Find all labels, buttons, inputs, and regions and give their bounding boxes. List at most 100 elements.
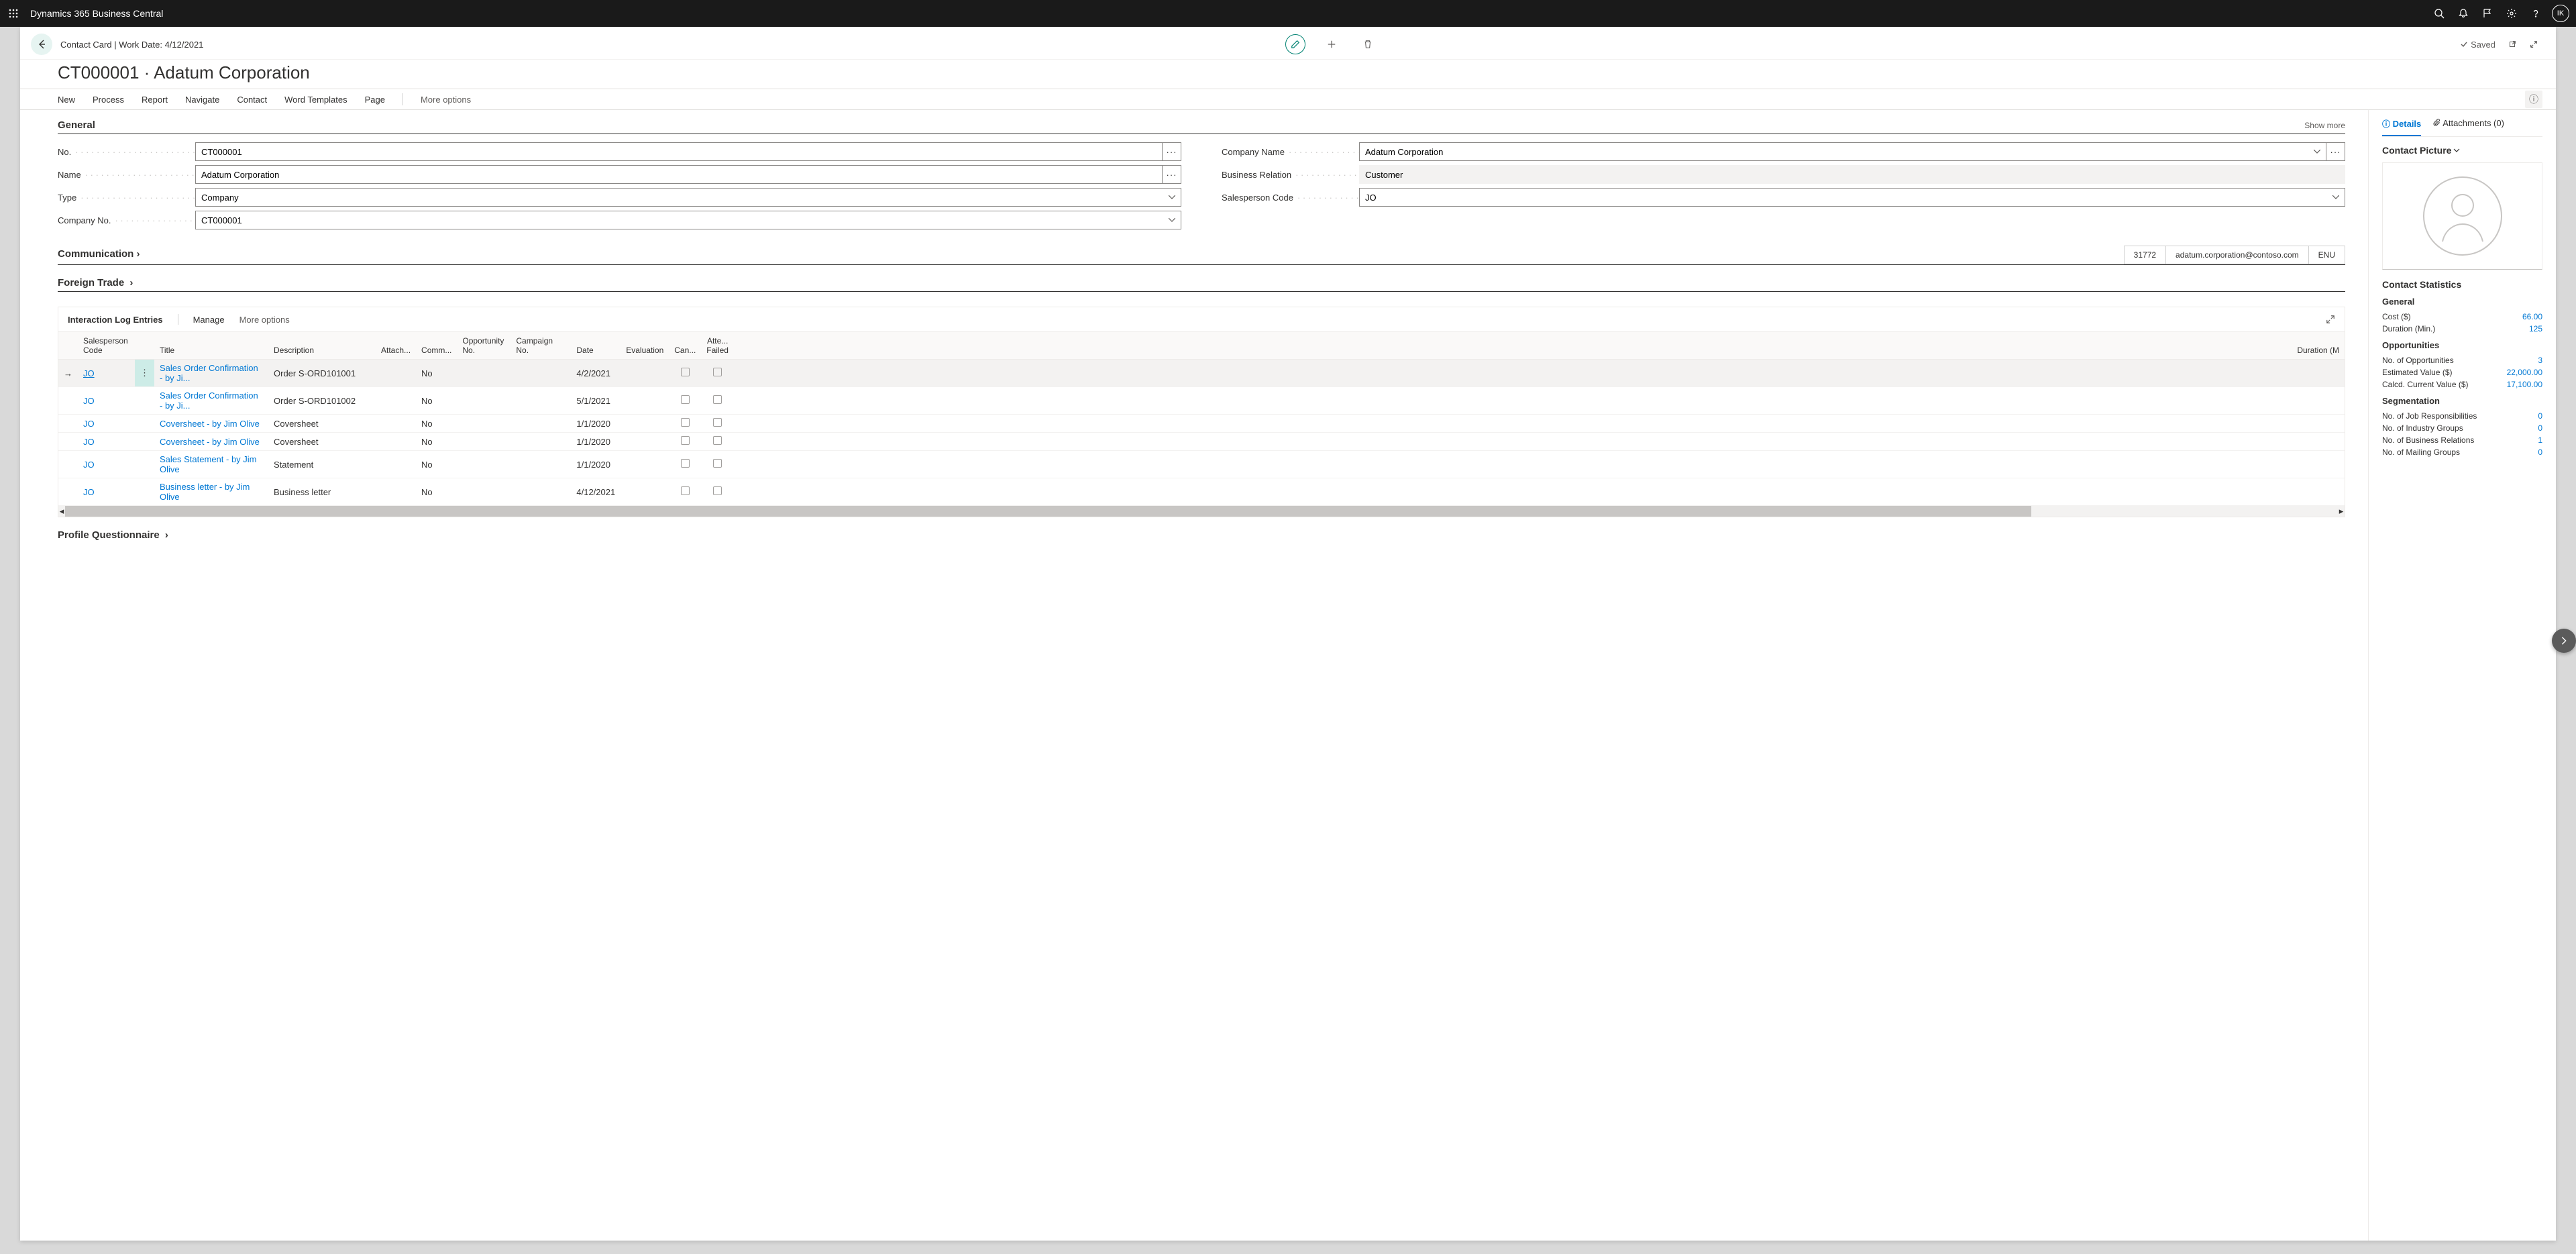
settings-icon[interactable] xyxy=(2500,1,2524,25)
action-process[interactable]: Process xyxy=(93,95,124,105)
general-show-more[interactable]: Show more xyxy=(2304,121,2345,130)
attempt-failed-checkbox[interactable] xyxy=(713,368,722,376)
ilog-more-options[interactable]: More options xyxy=(239,315,290,325)
name-label: Name xyxy=(58,170,81,180)
section-communication-header[interactable]: Communication › 31772 adatum.corporation… xyxy=(58,246,2345,265)
attempt-failed-checkbox[interactable] xyxy=(713,395,722,404)
stat-mailing-groups[interactable]: 0 xyxy=(2538,448,2542,457)
ilog-manage[interactable]: Manage xyxy=(193,315,225,325)
flag-icon[interactable] xyxy=(2475,1,2500,25)
salesperson-select[interactable]: JO xyxy=(1359,188,2345,207)
cell-salesperson[interactable]: JO xyxy=(78,451,135,478)
cell-title[interactable]: Sales Order Confirmation - by Ji... xyxy=(154,387,268,415)
action-word-templates[interactable]: Word Templates xyxy=(284,95,347,105)
row-menu-icon[interactable] xyxy=(135,451,154,478)
collapse-factbox-icon[interactable] xyxy=(2529,40,2538,49)
ilog-maximize-icon[interactable] xyxy=(2326,315,2335,324)
stat-job-resp[interactable]: 0 xyxy=(2538,411,2542,421)
stat-business-relations[interactable]: 1 xyxy=(2538,435,2542,445)
no-lookup-button[interactable]: ··· xyxy=(1163,142,1181,161)
tab-details[interactable]: ⓘ Details xyxy=(2382,118,2421,136)
name-input[interactable] xyxy=(195,165,1163,184)
cancelled-checkbox[interactable] xyxy=(681,436,690,445)
stat-cost[interactable]: 66.00 xyxy=(2522,312,2542,321)
cancelled-checkbox[interactable] xyxy=(681,486,690,495)
table-row[interactable]: JOSales Statement - by Jim OliveStatemen… xyxy=(58,451,2345,478)
page-header: Contact Card | Work Date: 4/12/2021 Save… xyxy=(20,27,2556,60)
attempt-failed-checkbox[interactable] xyxy=(713,459,722,468)
communication-email: adatum.corporation@contoso.com xyxy=(2165,246,2308,264)
type-select[interactable]: Company xyxy=(195,188,1181,207)
business-relation-value xyxy=(1359,165,2345,184)
table-row[interactable]: JOCoversheet - by Jim OliveCoversheetNo1… xyxy=(58,415,2345,433)
cell-title[interactable]: Sales Statement - by Jim Olive xyxy=(154,451,268,478)
action-new[interactable]: New xyxy=(58,95,75,105)
tab-attachments[interactable]: Attachments (0) xyxy=(2433,118,2504,136)
section-profile-questionnaire-header[interactable]: Profile Questionnaire › xyxy=(58,529,2345,543)
next-record-button[interactable] xyxy=(2552,629,2576,653)
attempt-failed-checkbox[interactable] xyxy=(713,418,722,427)
row-menu-icon[interactable]: ⋮ xyxy=(135,360,154,387)
contact-picture-header[interactable]: Contact Picture xyxy=(2382,145,2542,156)
row-menu-icon[interactable] xyxy=(135,478,154,506)
cell-comm: No xyxy=(416,433,457,451)
cell-salesperson[interactable]: JO xyxy=(78,478,135,506)
cell-salesperson[interactable]: JO xyxy=(78,433,135,451)
cell-salesperson[interactable]: JO xyxy=(78,387,135,415)
stat-est-value[interactable]: 22,000.00 xyxy=(2507,368,2542,377)
new-button[interactable] xyxy=(1322,34,1342,54)
action-navigate[interactable]: Navigate xyxy=(185,95,219,105)
notifications-icon[interactable] xyxy=(2451,1,2475,25)
stat-industry-groups[interactable]: 0 xyxy=(2538,423,2542,433)
row-menu-icon[interactable] xyxy=(135,433,154,451)
stat-duration[interactable]: 125 xyxy=(2529,324,2542,333)
no-label: No. xyxy=(58,147,71,157)
table-row[interactable]: →JO⋮Sales Order Confirmation - by Ji...O… xyxy=(58,360,2345,387)
stat-calc-value[interactable]: 17,100.00 xyxy=(2507,380,2542,389)
cell-title[interactable]: Coversheet - by Jim Olive xyxy=(154,433,268,451)
row-menu-icon[interactable] xyxy=(135,415,154,433)
action-contact[interactable]: Contact xyxy=(237,95,267,105)
cell-description: Order S-ORD101001 xyxy=(268,360,376,387)
cell-title[interactable]: Business letter - by Jim Olive xyxy=(154,478,268,506)
stat-opportunities[interactable]: 3 xyxy=(2538,356,2542,365)
name-lookup-button[interactable]: ··· xyxy=(1163,165,1181,184)
company-name-lookup-button[interactable]: ··· xyxy=(2326,142,2345,161)
row-menu-icon[interactable] xyxy=(135,387,154,415)
company-no-select[interactable]: CT000001 xyxy=(195,211,1181,229)
search-icon[interactable] xyxy=(2427,1,2451,25)
help-icon[interactable] xyxy=(2524,1,2548,25)
horizontal-scrollbar[interactable]: ◂▸ xyxy=(58,506,2345,517)
action-more-options[interactable]: More options xyxy=(421,95,471,105)
cell-salesperson[interactable]: JO xyxy=(78,415,135,433)
cancelled-checkbox[interactable] xyxy=(681,459,690,468)
cell-salesperson[interactable]: JO xyxy=(78,360,135,387)
cancelled-checkbox[interactable] xyxy=(681,418,690,427)
table-row[interactable]: JOCoversheet - by Jim OliveCoversheetNo1… xyxy=(58,433,2345,451)
action-page[interactable]: Page xyxy=(365,95,385,105)
attempt-failed-checkbox[interactable] xyxy=(713,436,722,445)
delete-button[interactable] xyxy=(1358,34,1378,54)
contact-picture-placeholder[interactable] xyxy=(2382,162,2542,270)
page-info-icon[interactable]: ⓘ xyxy=(2525,91,2542,108)
edit-button[interactable] xyxy=(1285,34,1305,54)
back-button[interactable] xyxy=(31,34,52,55)
no-input[interactable] xyxy=(195,142,1163,161)
open-new-window-icon[interactable] xyxy=(2508,40,2517,49)
cancelled-checkbox[interactable] xyxy=(681,395,690,404)
cell-title[interactable]: Sales Order Confirmation - by Ji... xyxy=(154,360,268,387)
section-foreign-trade-header[interactable]: Foreign Trade › xyxy=(58,277,2345,292)
cell-title[interactable]: Coversheet - by Jim Olive xyxy=(154,415,268,433)
table-row[interactable]: JOSales Order Confirmation - by Ji...Ord… xyxy=(58,387,2345,415)
saved-indicator: Saved xyxy=(2460,40,2496,50)
company-name-select[interactable]: Adatum Corporation xyxy=(1359,142,2326,161)
attempt-failed-checkbox[interactable] xyxy=(713,486,722,495)
cell-comm: No xyxy=(416,415,457,433)
cancelled-checkbox[interactable] xyxy=(681,368,690,376)
user-avatar[interactable]: IK xyxy=(2552,5,2569,22)
action-report[interactable]: Report xyxy=(142,95,168,105)
table-row[interactable]: JOBusiness letter - by Jim OliveBusiness… xyxy=(58,478,2345,506)
app-launcher-icon[interactable] xyxy=(7,7,20,20)
business-relation-label: Business Relation xyxy=(1222,170,1291,180)
contact-statistics-header: Contact Statistics xyxy=(2382,279,2542,290)
